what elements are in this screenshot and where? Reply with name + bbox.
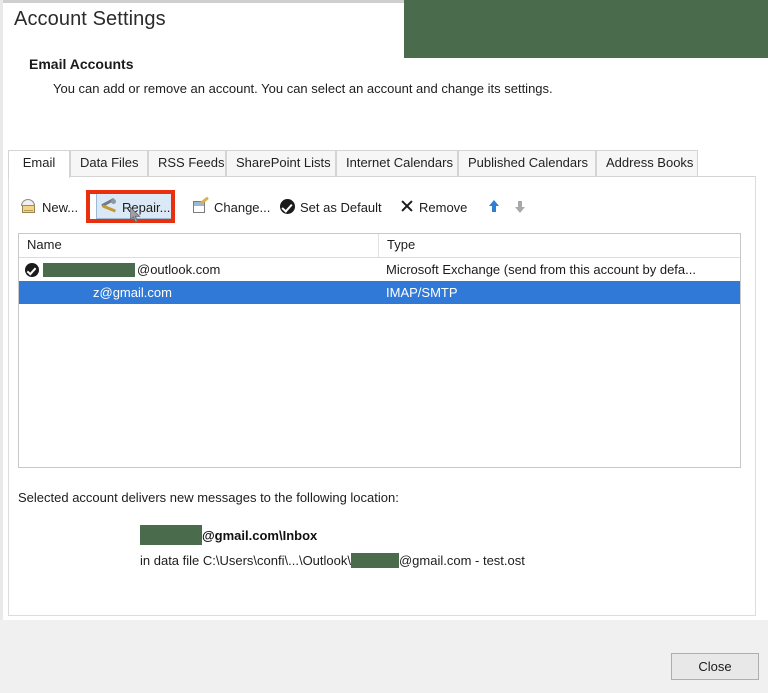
redaction-block-path — [140, 525, 202, 545]
delivery-data-file: in data file C:\Users\confi\...\Outlook\… — [140, 553, 525, 568]
account-list-body: @outlook.com Microsoft Exchange (send fro… — [19, 258, 740, 304]
table-row[interactable]: @outlook.com Microsoft Exchange (send fro… — [19, 258, 740, 281]
redaction-block-account-name — [43, 263, 135, 277]
arrow-down-icon — [514, 199, 526, 213]
tab-rss-feeds[interactable]: RSS Feeds — [148, 150, 226, 176]
new-account-icon — [21, 199, 37, 214]
toolbar-button-label: Change... — [214, 201, 270, 214]
toolbar-button-label: Remove — [419, 201, 467, 214]
section-heading: Email Accounts — [29, 56, 134, 72]
tab-email[interactable]: Email — [8, 150, 70, 178]
window-frame-left — [0, 0, 3, 693]
redaction-block-datafile — [351, 553, 399, 568]
column-header-name: Name — [19, 234, 378, 257]
account-type-cell: Microsoft Exchange (send from this accou… — [378, 258, 741, 281]
dialog-footer: Close — [0, 620, 768, 693]
move-up-button[interactable] — [484, 193, 504, 219]
account-settings-dialog: Account Settings Email Accounts You can … — [0, 0, 768, 693]
toolbar-button-label: Repair... — [122, 201, 170, 214]
section-description: You can add or remove an account. You ca… — [53, 81, 553, 96]
repair-icon — [101, 199, 117, 214]
tab-sharepoint-lists[interactable]: SharePoint Lists — [226, 150, 336, 176]
tab-address-books[interactable]: Address Books — [596, 150, 698, 176]
data-file-suffix: @gmail.com - test.ost — [399, 553, 525, 568]
account-name-cell: z@gmail.com — [19, 281, 378, 304]
delivery-location-path: @gmail.com\Inbox — [140, 525, 317, 545]
account-name-cell: @outlook.com — [19, 258, 378, 281]
delivery-location-label: Selected account delivers new messages t… — [18, 490, 399, 505]
new-button[interactable]: New... — [17, 193, 82, 219]
set-as-default-icon — [280, 199, 295, 214]
remove-button[interactable]: Remove — [396, 193, 471, 219]
tab-data-files[interactable]: Data Files — [70, 150, 148, 176]
account-type-cell: IMAP/SMTP — [378, 281, 741, 304]
toolbar-button-label: New... — [42, 201, 78, 214]
redaction-block-header — [404, 0, 768, 58]
column-header-type: Type — [378, 234, 741, 257]
arrow-up-icon — [488, 199, 500, 213]
account-list[interactable]: Name Type @outlook.com Microsoft Exchange… — [18, 233, 741, 468]
account-name-text: @outlook.com — [137, 258, 220, 281]
table-row[interactable]: z@gmail.com IMAP/SMTP — [19, 281, 740, 304]
email-tab-panel: New... Repair... Change... Set as Default Re… — [8, 176, 756, 616]
toolbar-button-label: Set as Default — [300, 201, 382, 214]
remove-icon — [400, 199, 414, 213]
tab-strip: EmailData FilesRSS FeedsSharePoint Lists… — [8, 150, 760, 176]
account-name-text: z@gmail.com — [93, 281, 172, 304]
tab-internet-calendars[interactable]: Internet Calendars — [336, 150, 458, 176]
page-title: Account Settings — [14, 8, 166, 31]
account-list-header: Name Type — [19, 234, 740, 258]
change-icon — [193, 199, 209, 214]
data-file-prefix: in data file C:\Users\confi\...\Outlook\ — [140, 553, 351, 568]
delivery-path-text: @gmail.com\Inbox — [202, 528, 317, 543]
move-down-button[interactable] — [510, 193, 530, 219]
close-button[interactable]: Close — [671, 653, 759, 680]
tab-published-calendars[interactable]: Published Calendars — [458, 150, 596, 176]
repair-button[interactable]: Repair... — [96, 193, 175, 219]
set-as-default-button[interactable]: Set as Default — [276, 193, 386, 219]
default-account-check-icon — [25, 263, 39, 277]
change-button[interactable]: Change... — [189, 193, 274, 219]
